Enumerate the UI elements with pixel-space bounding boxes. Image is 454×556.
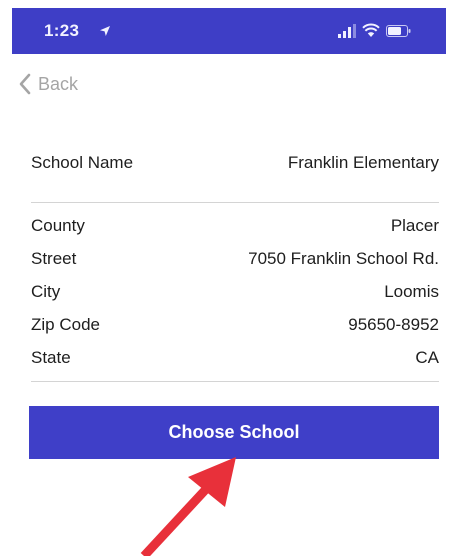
wifi-icon: [362, 23, 380, 37]
city-value: Loomis: [384, 282, 439, 301]
zip-code-value: 95650-8952: [348, 315, 439, 334]
detail-row-state: State CA: [31, 348, 439, 368]
divider-bottom: [31, 381, 439, 382]
state-label: State: [31, 348, 71, 367]
status-time: 1:23: [44, 21, 80, 40]
divider-top: [31, 202, 439, 203]
detail-row-street: Street 7050 Franklin School Rd.: [31, 249, 439, 269]
battery-icon: [386, 25, 411, 37]
status-bar: 1:23: [12, 8, 446, 54]
red-arrow-pointer: [140, 457, 236, 556]
street-label: Street: [31, 249, 77, 268]
county-value: Placer: [390, 216, 439, 235]
city-label: City: [31, 282, 61, 301]
chevron-left-icon: [19, 73, 31, 95]
state-value: CA: [415, 348, 439, 367]
location-arrow-icon: [100, 26, 110, 36]
detail-row-zip: Zip Code 95650-8952: [31, 315, 439, 335]
back-label: Back: [38, 73, 79, 94]
back-button[interactable]: Back: [18, 70, 78, 98]
detail-row-county: County Placer: [31, 216, 439, 236]
cellular-signal-icon: [338, 24, 356, 38]
zip-code-label: Zip Code: [31, 315, 100, 334]
school-name-value: Franklin Elementary: [287, 153, 439, 172]
county-label: County: [31, 216, 85, 235]
school-name-row: School Name Franklin Elementary: [31, 153, 439, 173]
detail-row-city: City Loomis: [31, 282, 439, 302]
status-icons: [338, 22, 411, 40]
school-name-label: School Name: [31, 153, 134, 172]
street-value: 7050 Franklin School Rd.: [248, 249, 439, 268]
